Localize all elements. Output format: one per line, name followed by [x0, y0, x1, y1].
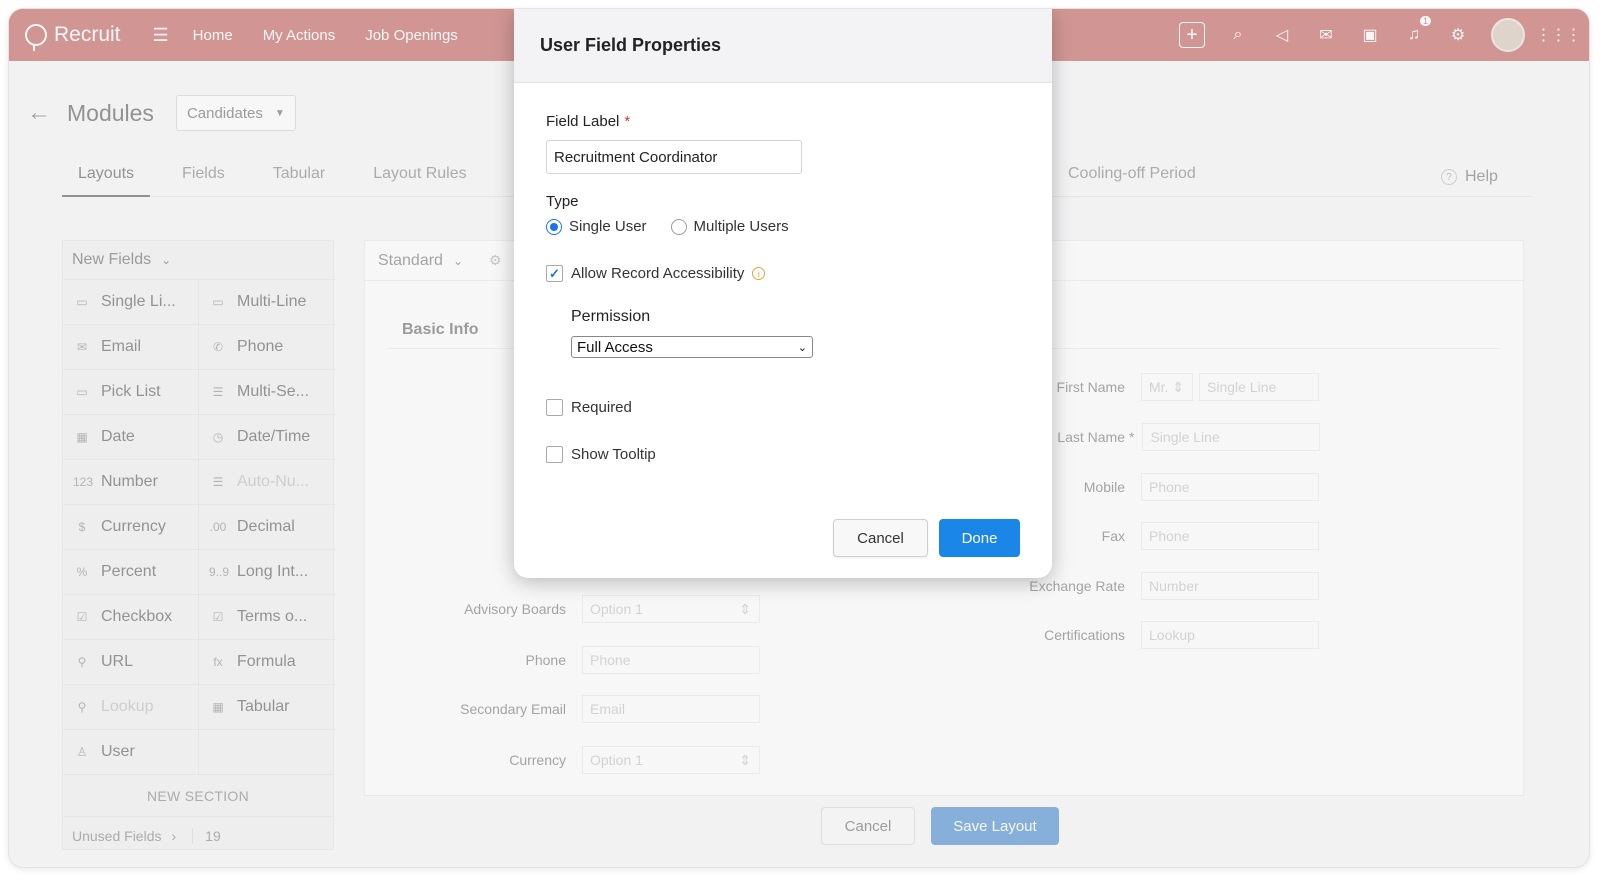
permission-select[interactable]: Full Access ⌄ — [571, 336, 813, 358]
radio-multiple-users[interactable]: Multiple Users — [670, 218, 789, 235]
app-window: Recruit ☰ Home My Actions Job Openings +… — [9, 9, 1589, 867]
checkbox-empty-icon — [546, 446, 563, 463]
show-tooltip-checkbox[interactable]: Show Tooltip — [546, 446, 656, 463]
checkbox-label: Show Tooltip — [571, 446, 656, 463]
checkbox-label: Required — [571, 399, 632, 416]
required-checkbox[interactable]: Required — [546, 399, 632, 416]
required-asterisk: * — [624, 113, 631, 130]
radio-selected-icon — [546, 218, 562, 235]
type-label: Type — [546, 193, 579, 210]
field-label-input[interactable]: Recruitment Coordinator — [546, 140, 802, 174]
field-label-label: Field Label * — [546, 113, 630, 130]
checkbox-empty-icon — [546, 399, 563, 416]
info-icon[interactable]: i — [752, 267, 766, 280]
user-field-properties-dialog: User Field Properties Field Label * Recru… — [514, 9, 1052, 578]
cancel-button[interactable]: Cancel — [833, 519, 928, 557]
radio-single-user[interactable]: Single User — [546, 218, 647, 235]
type-radio-group: Single User Multiple Users — [546, 218, 813, 235]
radio-label: Single User — [569, 218, 647, 235]
field-label-text: Field Label — [546, 113, 620, 130]
radio-label: Multiple Users — [693, 218, 789, 235]
radio-unselected-icon — [670, 218, 687, 235]
done-button[interactable]: Done — [939, 519, 1020, 557]
chevron-down-icon: ⌄ — [797, 341, 807, 354]
allow-record-accessibility-checkbox[interactable]: ✓ Allow Record Accessibility i — [546, 265, 766, 282]
checkmark-icon: ✓ — [546, 265, 563, 282]
permission-label: Permission — [571, 308, 651, 325]
permission-value: Full Access — [577, 338, 653, 356]
checkbox-label: Allow Record Accessibility — [571, 265, 745, 282]
field-label-value: Recruitment Coordinator — [554, 148, 718, 166]
dialog-title: User Field Properties — [514, 9, 1052, 83]
